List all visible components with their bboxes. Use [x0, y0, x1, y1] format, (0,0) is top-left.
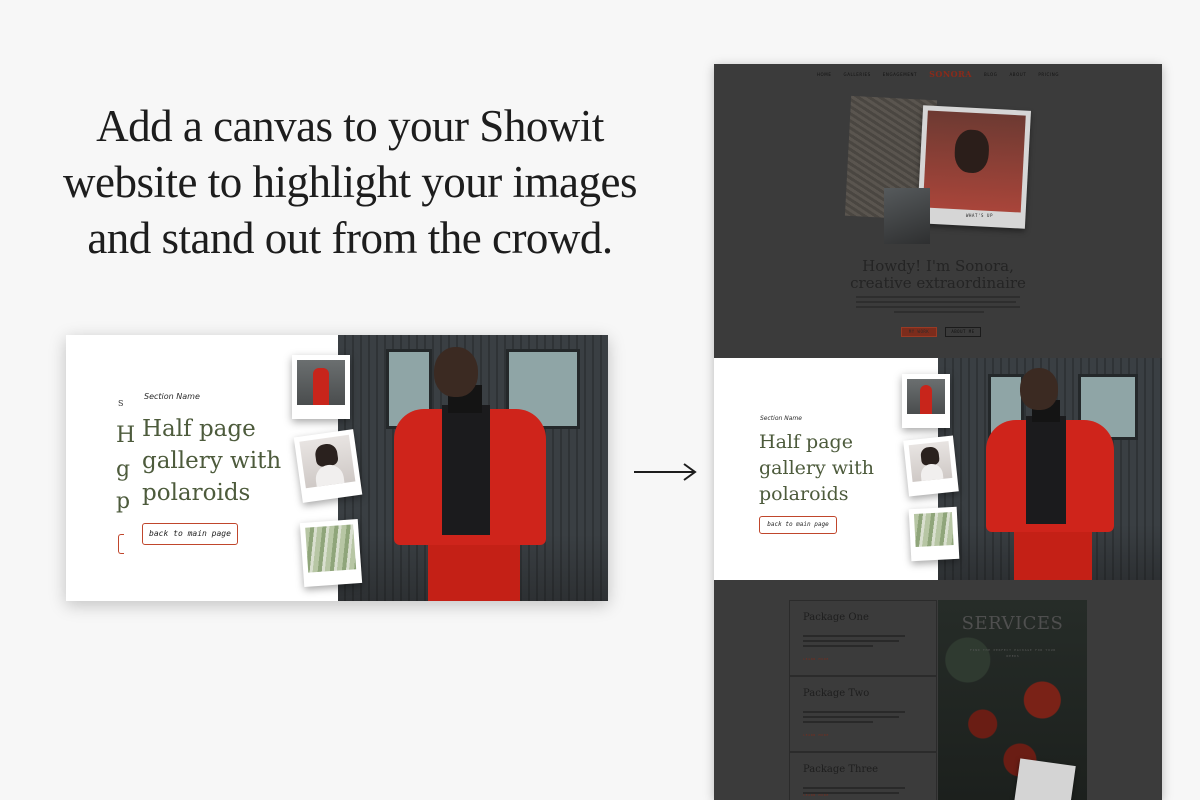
section-title-line: polaroids: [142, 480, 251, 506]
hero-photo-man-red-suit: [938, 358, 1162, 580]
intro-heading-line-1: Howdy! I'm Sonora,: [862, 257, 1014, 275]
back-to-main-page-button[interactable]: back to main page: [759, 516, 837, 534]
learn-more-link[interactable]: LEARN MORE: [803, 733, 829, 737]
services-image-roses: SERVICES FIND THE PERFECT PACKAGE FOR YO…: [938, 600, 1087, 800]
intro-body-text: [856, 296, 1020, 316]
site-preview: HOME GALLERIES ENGAGEMENT SONORA BLOG AB…: [714, 64, 1162, 800]
package-title: Package Three: [803, 764, 879, 775]
learn-more-link[interactable]: LEARN MORE: [803, 657, 829, 661]
canvas-preview-card: S H g p Section Name Half page gallery w…: [66, 335, 608, 601]
polaroid-plants: [299, 519, 363, 587]
section-name-label: Section Name: [760, 415, 802, 422]
nav-item-pricing[interactable]: PRICING: [1038, 72, 1059, 77]
intro-heading-line-2: creative extraordinaire: [850, 274, 1026, 292]
section-title-line: gallery with: [759, 457, 874, 479]
services-subtitle: FIND THE PERFECT PACKAGE FOR YOUR NEEDS: [969, 648, 1056, 658]
services-section: Package One LEARN MORE Package Two LEARN…: [789, 600, 1087, 800]
nav-item-engagement[interactable]: ENGAGEMENT: [883, 72, 917, 77]
about-me-button[interactable]: ABOUT ME: [945, 327, 981, 337]
section-name-label: Section Name: [144, 392, 200, 401]
hero-photo-small: [884, 188, 930, 244]
underlying-button-fragment: [118, 534, 124, 554]
section-title-line: Half page: [142, 416, 256, 442]
highlighted-canvas-section: Section Name Half page gallery with pola…: [714, 358, 1162, 580]
polaroid-woman: [903, 435, 959, 497]
section-title-line: gallery with: [142, 448, 282, 474]
services-title: SERVICES: [961, 613, 1064, 634]
polaroid-man: [292, 355, 350, 419]
section-title: Half page gallery with polaroids: [759, 429, 874, 507]
package-card[interactable]: Package Two LEARN MORE: [789, 676, 937, 752]
polaroid-plants: [908, 506, 960, 562]
polaroid-woman: [293, 429, 363, 503]
package-card[interactable]: Package One LEARN MORE: [789, 600, 937, 676]
services-polaroid: [1012, 758, 1076, 800]
underlying-title-fragment: H: [116, 423, 136, 448]
package-title: Package One: [803, 612, 869, 623]
nav-item-about[interactable]: ABOUT: [1009, 72, 1026, 77]
nav-item-home[interactable]: HOME: [817, 72, 832, 77]
hero-photo-man-red-suit: [338, 335, 608, 601]
headline-line-1: Add a canvas to your Showit: [96, 101, 604, 151]
section-title: Half page gallery with polaroids: [142, 413, 292, 509]
headline-line-2: website to highlight your images: [63, 157, 637, 207]
underlying-section-label-fragment: S: [118, 399, 124, 408]
headline-line-3: and stand out from the crowd.: [87, 213, 613, 263]
site-logo[interactable]: SONORA: [929, 69, 972, 79]
learn-more-link[interactable]: LEARN MORE: [803, 793, 829, 797]
nav-item-galleries[interactable]: GALLERIES: [844, 72, 871, 77]
package-card[interactable]: Package Three LEARN MORE: [789, 752, 937, 800]
my-work-button[interactable]: MY WORK: [901, 327, 937, 337]
arrow-right-icon: [634, 463, 697, 481]
polaroid-man: [902, 374, 950, 428]
package-title: Package Two: [803, 688, 870, 699]
hero-caption: WHAT'S UP: [966, 213, 994, 218]
headline: Add a canvas to your Showit website to h…: [40, 98, 660, 266]
site-nav: HOME GALLERIES ENGAGEMENT SONORA BLOG AB…: [714, 66, 1162, 82]
section-title-line: Half page: [759, 431, 853, 453]
nav-item-blog[interactable]: BLOG: [984, 72, 997, 77]
hero-polaroid-woman: [916, 105, 1032, 229]
underlying-title-fragment: p: [116, 489, 131, 514]
underlying-title-fragment: g: [116, 457, 131, 482]
section-title-line: polaroids: [759, 483, 849, 505]
back-to-main-page-button[interactable]: back to main page: [142, 523, 238, 545]
package-list: Package One LEARN MORE Package Two LEARN…: [789, 600, 937, 800]
